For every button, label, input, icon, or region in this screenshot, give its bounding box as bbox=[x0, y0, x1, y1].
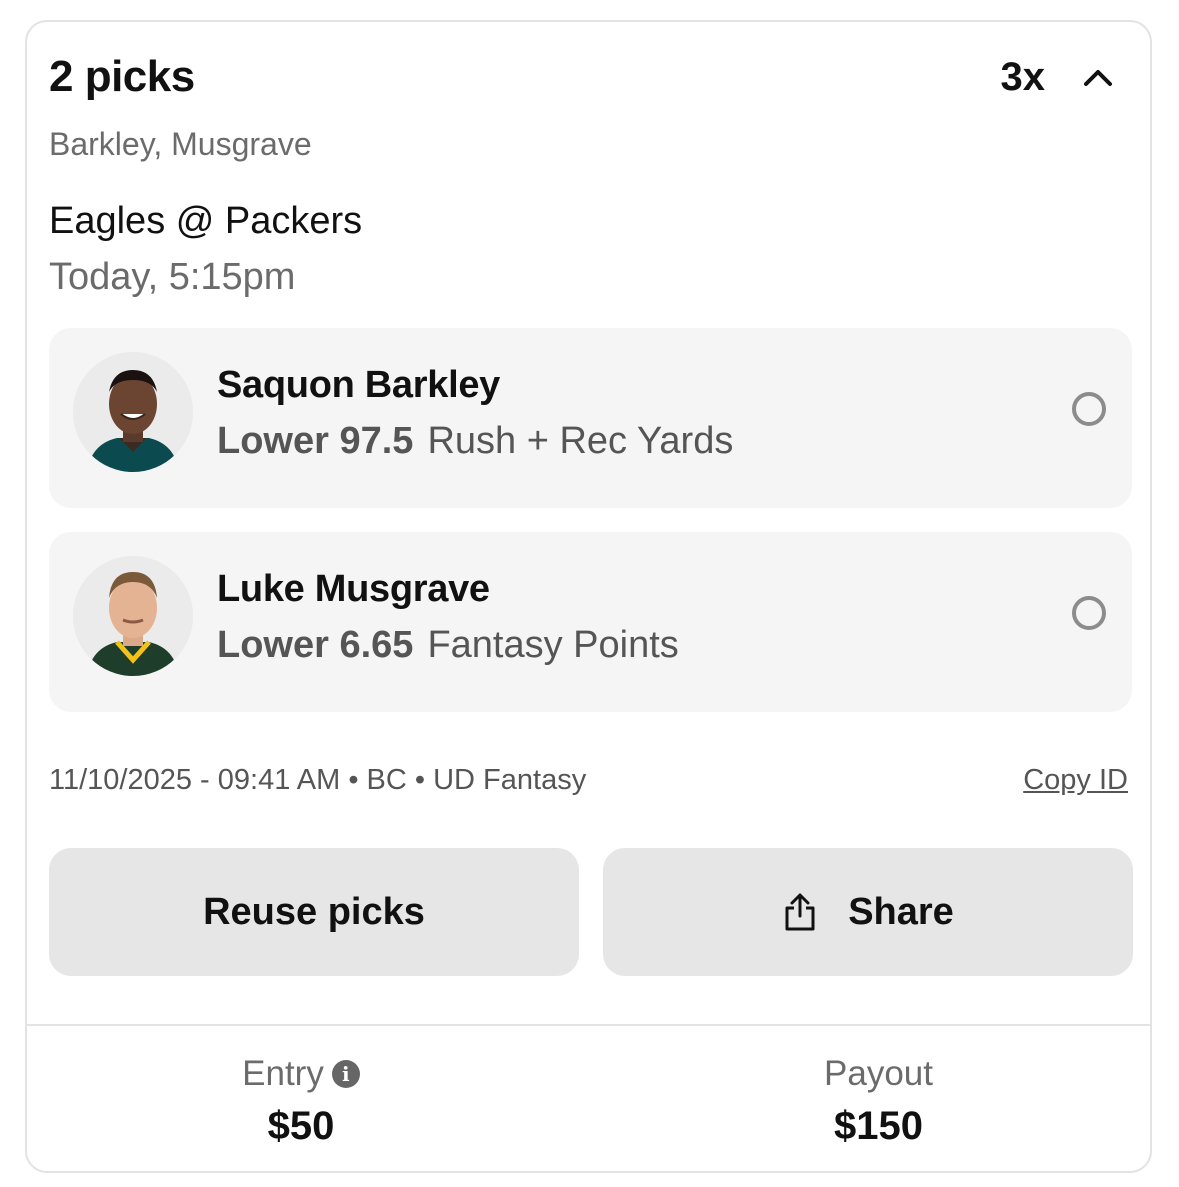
payout-label: Payout bbox=[824, 1054, 933, 1093]
pick-card[interactable]: Luke Musgrave Lower 6.65 Fantasy Points bbox=[49, 532, 1132, 712]
pick-direction: Lower bbox=[217, 624, 329, 666]
player-photo-icon bbox=[73, 352, 193, 472]
pick-line: Lower 97.5 Rush + Rec Yards bbox=[217, 420, 733, 463]
entry-meta-info: 11/10/2025 - 09:41 AM • BC • UD Fantasy bbox=[49, 764, 587, 796]
picks-count-title: 2 picks bbox=[49, 52, 195, 101]
pick-value: 97.5 bbox=[339, 420, 414, 462]
share-button[interactable]: Share bbox=[603, 848, 1133, 976]
share-label: Share bbox=[848, 890, 954, 933]
game-matchup: Eagles @ Packers bbox=[49, 200, 363, 242]
entry-value: $50 bbox=[267, 1104, 335, 1148]
game-time: Today, 5:15pm bbox=[49, 256, 296, 298]
chevron-up-icon[interactable] bbox=[1080, 60, 1116, 96]
entry-card: 2 picks 3x Barkley, Musgrave Eagles @ Pa… bbox=[25, 20, 1152, 1173]
copy-id-link[interactable]: Copy ID bbox=[1023, 764, 1128, 797]
share-icon bbox=[785, 893, 815, 931]
entry-label: Entry bbox=[242, 1054, 324, 1093]
footer-divider bbox=[27, 1024, 1150, 1026]
multiplier-value: 3x bbox=[1000, 55, 1046, 99]
pick-card[interactable]: Saquon Barkley Lower 97.5 Rush + Rec Yard… bbox=[49, 328, 1132, 508]
entry-label-row: Entry i bbox=[27, 1054, 575, 1094]
pick-line: Lower 6.65 Fantasy Points bbox=[217, 624, 679, 667]
pick-status-radio bbox=[1072, 392, 1106, 426]
player-photo-icon bbox=[73, 556, 193, 676]
reuse-picks-label: Reuse picks bbox=[203, 890, 425, 933]
reuse-picks-button[interactable]: Reuse picks bbox=[49, 848, 579, 976]
player-name: Luke Musgrave bbox=[217, 568, 490, 610]
player-avatar bbox=[73, 556, 193, 676]
player-name: Saquon Barkley bbox=[217, 364, 501, 406]
pick-stat: Rush + Rec Yards bbox=[427, 420, 734, 462]
player-avatar bbox=[73, 352, 193, 472]
pick-stat: Fantasy Points bbox=[427, 624, 679, 666]
pick-direction: Lower bbox=[217, 420, 329, 462]
pick-value: 6.65 bbox=[339, 624, 414, 666]
payout-value: $150 bbox=[834, 1104, 923, 1148]
pick-status-radio bbox=[1072, 596, 1106, 630]
players-summary: Barkley, Musgrave bbox=[49, 126, 312, 162]
info-icon[interactable]: i bbox=[331, 1060, 360, 1088]
